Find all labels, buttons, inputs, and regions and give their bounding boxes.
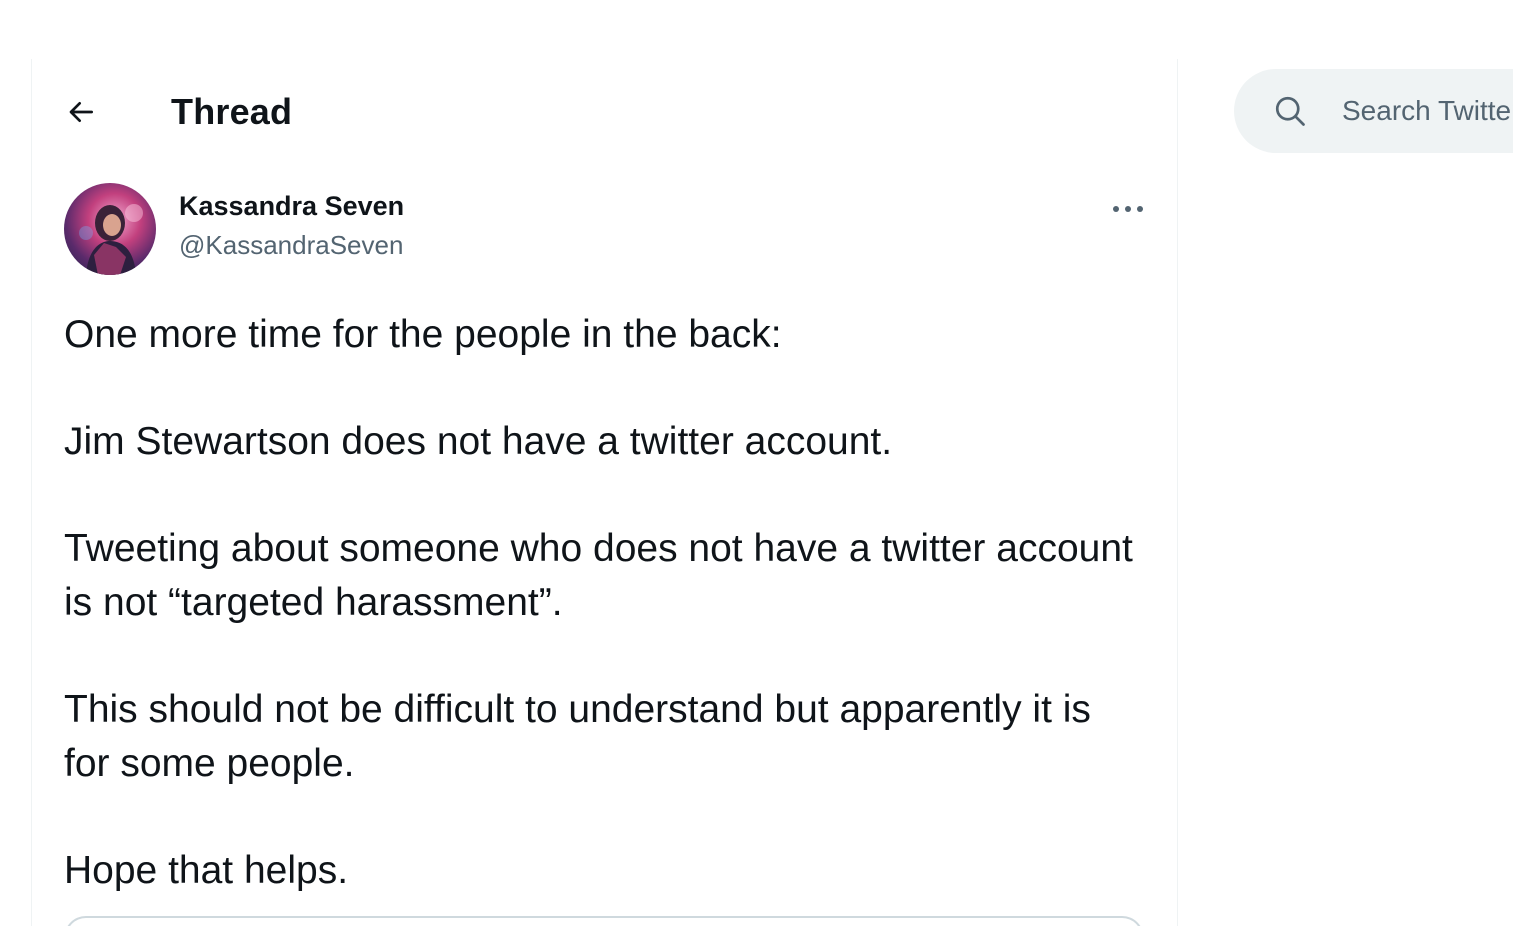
twitter-page: Thread Kassandra Seven @KassandraSeven O…: [0, 0, 1513, 926]
primary-column: Thread Kassandra Seven @KassandraSeven O…: [31, 59, 1178, 926]
back-button[interactable]: [59, 90, 103, 134]
search-icon: [1272, 93, 1308, 129]
author-handle[interactable]: @KassandraSeven: [179, 230, 403, 261]
profile-avatar-image: [79, 204, 143, 275]
arrow-left-icon: [69, 102, 93, 122]
thread-header: Thread: [32, 59, 1177, 164]
quoted-card[interactable]: [64, 916, 1144, 926]
tweet-text: One more time for the people in the back…: [64, 308, 1144, 898]
tweet-paragraph: Tweeting about someone who does not have…: [64, 527, 1133, 624]
more-options-button[interactable]: [1103, 189, 1153, 229]
avatar[interactable]: [64, 183, 156, 275]
tweet-paragraph: Jim Stewartson does not have a twitter a…: [64, 420, 893, 463]
tweet-paragraph: Hope that helps.: [64, 849, 349, 892]
tweet-paragraph: One more time for the people in the back…: [64, 313, 782, 356]
ellipsis-horizontal-icon: [1113, 206, 1143, 212]
search-bar[interactable]: [1234, 69, 1513, 153]
search-input[interactable]: [1342, 69, 1513, 153]
author-name[interactable]: Kassandra Seven: [179, 191, 404, 222]
page-title: Thread: [171, 91, 293, 132]
tweet-paragraph: This should not be difficult to understa…: [64, 688, 1091, 785]
